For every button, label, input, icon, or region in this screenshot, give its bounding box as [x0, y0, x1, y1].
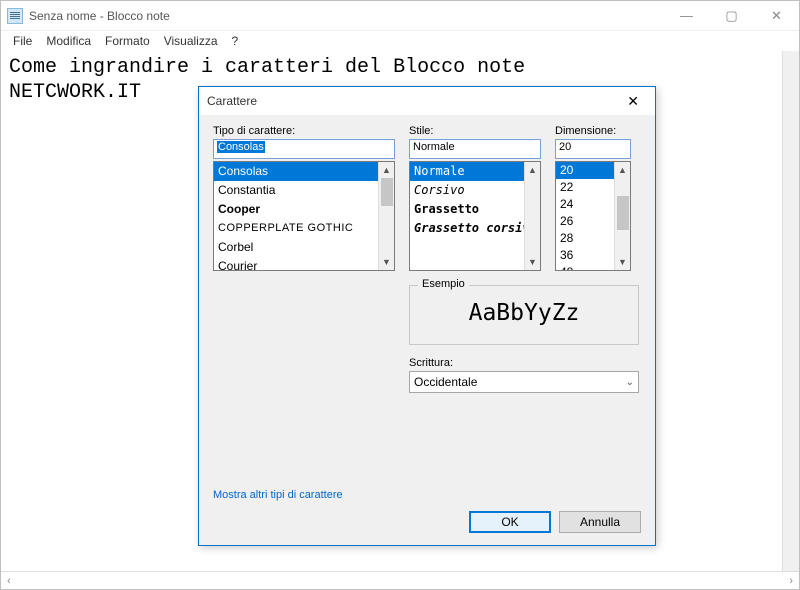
notepad-icon	[7, 8, 23, 24]
example-group: Esempio AaBbYyZz	[409, 285, 639, 345]
more-fonts-link[interactable]: Mostra altri tipi di carattere	[213, 489, 343, 501]
font-style-size-row: Tipo di carattere: Consolas Consolas Con…	[213, 125, 641, 271]
menu-format[interactable]: Formato	[99, 32, 156, 50]
size-input-value: 20	[559, 141, 571, 153]
scroll-thumb[interactable]	[381, 178, 393, 206]
minimize-button[interactable]: ―	[664, 1, 709, 30]
statusbar: ‹ ›	[1, 571, 799, 589]
style-input-value: Normale	[413, 141, 455, 153]
style-item-corsivo[interactable]: Corsivo	[410, 181, 540, 200]
style-label: Stile:	[409, 125, 541, 137]
font-label: Tipo di carattere:	[213, 125, 395, 137]
size-listbox[interactable]: 20 22 24 26 28 36 48 ▲ ▼	[555, 161, 631, 271]
font-item-constantia[interactable]: Constantia	[214, 181, 394, 200]
font-column: Tipo di carattere: Consolas Consolas Con…	[213, 125, 395, 271]
style-listbox[interactable]: Normale Corsivo Grassetto Grassetto cors…	[409, 161, 541, 271]
size-input[interactable]: 20	[555, 139, 631, 159]
cancel-button[interactable]: Annulla	[559, 511, 641, 533]
font-item-cooper[interactable]: Cooper	[214, 200, 394, 219]
scroll-thumb[interactable]	[617, 196, 629, 230]
font-item-consolas[interactable]: Consolas	[214, 162, 394, 181]
menu-file[interactable]: File	[7, 32, 38, 50]
font-item-corbel[interactable]: Corbel	[214, 238, 394, 257]
style-list-scrollbar[interactable]: ▲ ▼	[524, 162, 540, 270]
style-column: Stile: Normale Normale Corsivo Grassetto…	[409, 125, 541, 271]
maximize-button[interactable]: ▢	[709, 1, 754, 30]
statusbar-right-icon: ›	[789, 575, 793, 587]
editor-line-1: Come ingrandire i caratteri del Blocco n…	[9, 56, 525, 79]
script-combo[interactable]: Occidentale ⌄	[409, 371, 639, 393]
font-item-copperplate[interactable]: Copperplate Gothic	[214, 219, 394, 238]
font-input[interactable]: Consolas	[213, 139, 395, 159]
dialog-titlebar: Carattere ✕	[199, 87, 655, 115]
style-input[interactable]: Normale	[409, 139, 541, 159]
chevron-down-icon: ⌄	[626, 377, 634, 388]
menu-view[interactable]: Visualizza	[158, 32, 224, 50]
size-label: Dimensione:	[555, 125, 631, 137]
example-legend: Esempio	[418, 278, 469, 290]
titlebar: Senza nome - Blocco note ― ▢ ✕	[1, 1, 799, 31]
scroll-down-icon[interactable]: ▼	[379, 254, 394, 270]
dialog-body: Tipo di carattere: Consolas Consolas Con…	[199, 115, 655, 545]
editor-scrollbar[interactable]	[782, 51, 799, 571]
menu-edit[interactable]: Modifica	[40, 32, 97, 50]
scroll-down-icon[interactable]: ▼	[615, 254, 630, 270]
font-dialog: Carattere ✕ Tipo di carattere: Consolas …	[198, 86, 656, 546]
size-column: Dimensione: 20 20 22 24 26 28 36 48 ▲	[555, 125, 631, 271]
menu-help[interactable]: ?	[226, 32, 245, 50]
ok-button[interactable]: OK	[469, 511, 551, 533]
window-title: Senza nome - Blocco note	[29, 9, 170, 23]
link-row: Mostra altri tipi di carattere	[213, 481, 641, 511]
example-fieldset: Esempio AaBbYyZz	[409, 285, 639, 345]
size-list-scrollbar[interactable]: ▲ ▼	[614, 162, 630, 270]
style-item-normale[interactable]: Normale	[410, 162, 540, 181]
editor-line-2: NETCWORK.IT	[9, 81, 141, 104]
close-button[interactable]: ✕	[754, 1, 799, 30]
style-item-grassetto[interactable]: Grassetto	[410, 200, 540, 219]
dialog-close-button[interactable]: ✕	[619, 91, 647, 112]
dialog-button-row: OK Annulla	[213, 511, 641, 537]
font-input-value: Consolas	[217, 141, 265, 153]
font-item-courier[interactable]: Courier	[214, 257, 394, 271]
script-group: Scrittura: Occidentale ⌄	[409, 357, 639, 393]
scroll-up-icon[interactable]: ▲	[615, 162, 630, 178]
menubar: File Modifica Formato Visualizza ?	[1, 31, 799, 51]
style-item-grassetto-corsivo[interactable]: Grassetto corsivo	[410, 219, 540, 238]
script-combo-value: Occidentale	[414, 375, 477, 389]
script-label: Scrittura:	[409, 357, 639, 369]
dialog-title: Carattere	[207, 94, 257, 108]
scroll-up-icon[interactable]: ▲	[525, 162, 540, 178]
example-text: AaBbYyZz	[420, 300, 628, 326]
font-list-scrollbar[interactable]: ▲ ▼	[378, 162, 394, 270]
font-listbox[interactable]: Consolas Constantia Cooper Copperplate G…	[213, 161, 395, 271]
window-controls: ― ▢ ✕	[664, 1, 799, 30]
statusbar-left-icon: ‹	[7, 575, 11, 587]
scroll-down-icon[interactable]: ▼	[525, 254, 540, 270]
scroll-up-icon[interactable]: ▲	[379, 162, 394, 178]
